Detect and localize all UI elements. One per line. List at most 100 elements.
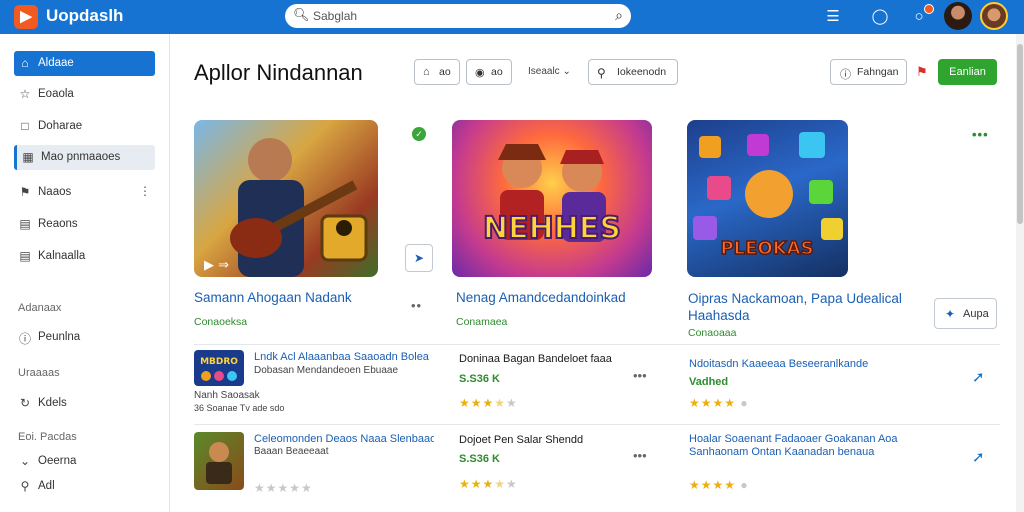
search-icon: 🔍︎: [293, 7, 310, 22]
search-input[interactable]: Sabglah: [313, 9, 357, 23]
app-developer: Dobasan Mendandeoen Ebuaae: [254, 365, 399, 376]
app-title[interactable]: Lndk Acl Alaaanbaa Saaoadn Bolea: [254, 351, 434, 363]
sidebar-item-label: Doharae: [38, 120, 83, 132]
info-icon: ⓘ: [18, 332, 31, 346]
sidebar-item-label: Adl: [38, 480, 55, 492]
sidebar-item-favorites[interactable]: ☆ Eoaola: [14, 82, 155, 107]
scrollbar-thumb[interactable]: [1017, 44, 1023, 224]
page-title: Apllor Nindannan: [194, 60, 363, 85]
profile-avatar[interactable]: [980, 2, 1008, 30]
featured-subtitle: Conamaea: [456, 316, 508, 328]
chevron-down-icon: ⌄: [562, 66, 571, 77]
sidebar-item-docs[interactable]: □ Doharae: [14, 114, 155, 139]
app-price: Vadhed: [689, 376, 729, 388]
featured-subtitle: Conaoaaa: [688, 327, 737, 339]
thumbnail-art: MBDRO: [200, 357, 238, 381]
guitar-hero-art: ▶ ⇒: [204, 138, 368, 277]
sidebar-item-tags[interactable]: ⌄ Oeerna: [14, 449, 155, 474]
sparkle-icon: ✦: [945, 307, 956, 321]
sidebar-item-label: Mao pnmaaoes: [41, 151, 121, 163]
sidebar-item-home[interactable]: ⌂ Aldaae: [14, 51, 155, 76]
app-title[interactable]: Hoalar Soaenant Fadaoaer Goakanan Aoa Sa…: [689, 433, 899, 459]
logo-icon[interactable]: ▶: [14, 5, 38, 29]
publish-button[interactable]: ✦ Aupa: [934, 298, 997, 329]
avatar[interactable]: [944, 2, 972, 30]
featured-image[interactable]: NEHHES: [452, 120, 652, 277]
more-options-icon[interactable]: ••: [411, 298, 422, 313]
sidebar-item-location[interactable]: ⚲ Adl: [14, 474, 155, 499]
featured-title[interactable]: Nenag Amandcedandoinkad: [456, 290, 626, 305]
sidebar-item-kids[interactable]: ↻ Kdels: [14, 391, 155, 416]
search-button-label: Iokeenodn: [617, 66, 667, 78]
sidebar-item-label: Eoaola: [38, 88, 74, 100]
search-bar[interactable]: 🔍︎ Sabglah ⌕: [285, 4, 631, 28]
sidebar-item-label: Reaons: [38, 218, 78, 230]
app-stats: 36 Soanae Tv ade sdo: [194, 403, 285, 413]
featured-image[interactable]: PLEOKAS: [687, 120, 848, 277]
pin-icon[interactable]: ➚: [972, 368, 985, 386]
share-button[interactable]: ➤: [405, 244, 433, 272]
home-icon: ⌂: [423, 66, 430, 78]
art-caption: NEHHES: [483, 211, 621, 246]
star-icon: ☆: [19, 87, 31, 101]
app-title[interactable]: Dojoet Pen Salar Shendd: [459, 434, 583, 446]
home-icon: ⌂: [21, 56, 29, 70]
sidebar-item-calendar[interactable]: ▤ Kalnaalla: [14, 244, 155, 269]
sidebar-section-title: Uraaaas: [18, 367, 60, 379]
menu-grid-icon[interactable]: ☰: [822, 6, 844, 28]
search-icon: ⚲: [597, 66, 606, 80]
app-thumbnail[interactable]: [194, 432, 244, 490]
rating-stars: ★★★★★: [459, 477, 518, 491]
featured-image[interactable]: ▶ ⇒: [194, 120, 378, 277]
app-title[interactable]: Doninaa Bagan Bandeloet faaa: [459, 353, 612, 365]
rating-stars: ★★★★ ●: [689, 396, 749, 410]
filter-label: ao: [491, 66, 503, 78]
app-title[interactable]: Ndoitasdn Kaaeeaa Beseeranlkande: [689, 358, 868, 370]
search-button[interactable]: ⚲ Iokeenodn: [588, 59, 678, 85]
sidebar-item-apps[interactable]: ▦ Mao pnmaaoes: [14, 145, 155, 170]
scrollbar[interactable]: [1016, 34, 1024, 512]
action-button[interactable]: ⓘ Fahngan: [830, 59, 907, 85]
primary-button[interactable]: Eanlian: [938, 59, 997, 85]
tag-icon: ⌄: [19, 454, 31, 468]
filter-button-home[interactable]: ⌂ ao: [414, 59, 460, 85]
featured-subtitle: Conaoeksa: [194, 316, 248, 328]
grid-icon: ▦: [22, 150, 34, 164]
sidebar: ⌂ Aldaae ☆ Eoaola □ Doharae ▦ Mao pnmaao…: [0, 34, 170, 512]
more-options-icon[interactable]: •••: [633, 448, 647, 463]
sidebar-item-news[interactable]: ⚑ Naaos ⋮: [14, 180, 155, 205]
sidebar-item-label: Kalnaalla: [38, 250, 86, 262]
search-submit-icon[interactable]: ⌕: [615, 7, 623, 24]
rating-stars: ★★★★★: [254, 481, 313, 495]
sidebar-item-info[interactable]: ⓘ Peunlna: [14, 325, 155, 350]
doc-icon: ▤: [19, 249, 31, 263]
sidebar-item-label: Kdels: [38, 397, 67, 409]
featured-title[interactable]: Oipras Nackamoan, Papa Udealical Haahasd…: [688, 290, 918, 324]
app-name-label: Nanh Saoasak: [194, 390, 260, 401]
sort-dropdown[interactable]: Iseaalc ⌄: [528, 66, 571, 77]
action-button-label: Fahngan: [857, 66, 899, 78]
app-name[interactable]: Uopdaslh: [46, 6, 123, 26]
app-title[interactable]: Celeomonden Deaos Naaa Slenbaao: [254, 433, 434, 445]
pin-icon[interactable]: ➚: [972, 448, 985, 466]
refresh-icon: ↻: [19, 396, 31, 410]
app-thumbnail[interactable]: MBDRO: [194, 350, 244, 386]
flag-icon: ⚑: [19, 185, 31, 199]
verified-icon: ✓: [412, 127, 426, 141]
more-options-icon[interactable]: •••: [972, 127, 989, 142]
more-options-icon[interactable]: •••: [633, 368, 647, 383]
notification-badge: [924, 4, 934, 14]
sidebar-item-label: Aldaae: [38, 57, 74, 69]
sidebar-item-label: Oeerna: [38, 455, 77, 467]
filter-button-circle[interactable]: ◉ ao: [466, 59, 512, 85]
publish-button-label: Aupa: [963, 308, 989, 320]
featured-title[interactable]: Samann Ahogaan Nadank: [194, 290, 352, 305]
thumbnail-art: [206, 442, 232, 484]
chat-icon[interactable]: ◯: [869, 6, 891, 28]
more-icon[interactable]: ⋮: [139, 184, 151, 198]
flag-icon[interactable]: ⚑: [916, 64, 928, 80]
sidebar-item-reasons[interactable]: ▤ Reaons: [14, 212, 155, 237]
circle-icon: ◉: [475, 67, 485, 79]
heroes-game-art: NEHHES: [482, 144, 622, 247]
puzzle-game-art: PLEOKAS: [693, 132, 843, 260]
